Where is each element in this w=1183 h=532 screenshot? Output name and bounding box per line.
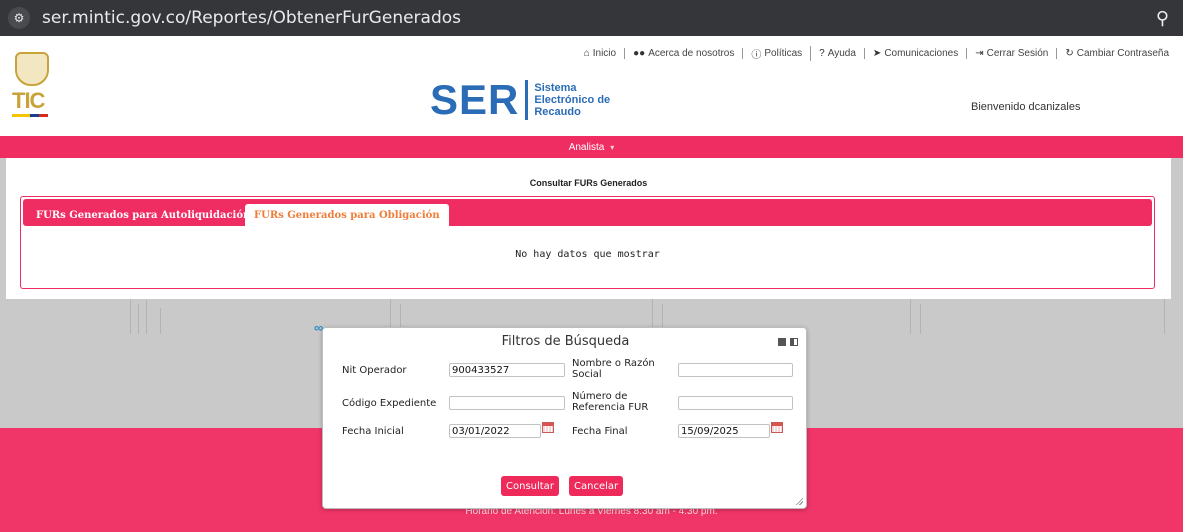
coat-of-arms-icon — [15, 52, 49, 86]
ser-logo[interactable]: SER Sistema Electrónico de Recaudo — [430, 79, 610, 121]
sign-out-icon: ⇥ — [975, 48, 984, 59]
referencia-fur-input[interactable] — [678, 396, 793, 410]
fecha-final-label: Fecha Final — [572, 426, 628, 437]
razon-social-label: Nombre o Razón Social — [572, 358, 655, 380]
logo-text: TIC — [12, 88, 45, 113]
fecha-final-input[interactable] — [678, 424, 770, 438]
nav-ayuda[interactable]: ? Ayuda — [811, 48, 865, 59]
info-icon: ⓘ — [751, 50, 762, 61]
referencia-fur-label: Número de Referencia FUR — [572, 391, 648, 413]
url-text[interactable]: ser.mintic.gov.co/Reportes/ObtenerFurGen… — [42, 8, 461, 28]
nav-cambiar-contrasena[interactable]: ↻ Cambiar Contraseña — [1057, 48, 1177, 59]
zoom-icon[interactable]: ⚲ — [1156, 8, 1169, 29]
label-line: Nombre o Razón — [572, 358, 655, 369]
mintic-logo[interactable]: TIC — [12, 52, 52, 128]
circuit-line — [1164, 298, 1165, 334]
expediente-label: Código Expediente — [342, 398, 437, 409]
circuit-line — [160, 308, 161, 334]
nit-input[interactable] — [449, 363, 565, 377]
label-line: Social — [572, 369, 602, 380]
empty-state-message: No hay datos que mostrar — [515, 249, 660, 260]
nav-label: Acerca de nosotros — [648, 48, 735, 59]
ser-logo-line: Electrónico de — [534, 94, 611, 106]
circuit-line — [146, 300, 147, 334]
tab-strip: FURs Generados para Autoliquidación FURs… — [23, 199, 1152, 226]
tab-autoliquidacion[interactable]: FURs Generados para Autoliquidación — [27, 204, 259, 226]
maximize-icon[interactable] — [790, 338, 798, 346]
ser-logo-main: SER — [430, 76, 520, 123]
expediente-input[interactable] — [449, 396, 565, 410]
role-menu-bar: Analista ▾ — [0, 136, 1183, 158]
chevron-down-icon[interactable]: ▾ — [610, 143, 614, 152]
calendar-icon[interactable] — [542, 422, 554, 433]
nav-label: Políticas — [764, 48, 803, 59]
browser-url-bar: ⚙ ser.mintic.gov.co/Reportes/ObtenerFurG… — [0, 0, 1183, 36]
nav-label: Ayuda — [827, 48, 856, 59]
site-settings-icon[interactable]: ⚙ — [8, 7, 30, 29]
colombia-flag-stripe — [12, 114, 48, 117]
nav-politicas[interactable]: ⓘ Políticas — [743, 46, 812, 61]
nav-label: Cerrar Sesión — [986, 48, 1049, 59]
consultar-button[interactable]: Consultar — [501, 476, 559, 496]
fecha-inicial-input[interactable] — [449, 424, 541, 438]
nav-cerrar-sesion[interactable]: ⇥ Cerrar Sesión — [967, 48, 1058, 59]
nav-label: Comunicaciones — [884, 48, 959, 59]
cancelar-button[interactable]: Cancelar — [569, 476, 624, 496]
ser-logo-divider — [525, 80, 529, 120]
question-icon: ? — [819, 48, 825, 59]
content-panel: Consultar FURs Generados FURs Generados … — [6, 158, 1171, 299]
nav-inicio[interactable]: ⌂ Inicio — [576, 48, 626, 59]
circuit-line — [130, 298, 131, 334]
minimize-icon[interactable] — [778, 338, 786, 346]
nit-label: Nit Operador — [342, 365, 407, 376]
home-icon: ⌂ — [583, 48, 590, 59]
ser-logo-subtitle: Sistema Electrónico de Recaudo — [534, 82, 610, 118]
nav-acerca[interactable]: ●● Acerca de nosotros — [625, 48, 744, 59]
refresh-icon: ↻ — [1065, 48, 1074, 59]
label-line: Referencia FUR — [572, 402, 649, 413]
top-navigation: ⌂ Inicio ●● Acerca de nosotros ⓘ Políticas … — [576, 46, 1177, 61]
users-icon: ●● — [633, 48, 646, 59]
nav-comunicaciones[interactable]: ➤ Comunicaciones — [865, 48, 968, 59]
ser-logo-line: Sistema — [534, 82, 577, 94]
page-title: Consultar FURs Generados — [529, 178, 648, 188]
welcome-text: Bienvenido dcanizales — [971, 101, 1081, 113]
ser-logo-line: Recaudo — [534, 106, 581, 118]
circuit-line — [920, 304, 921, 334]
nav-label: Inicio — [592, 48, 617, 59]
send-icon: ➤ — [872, 48, 882, 59]
label-line: Número de — [572, 391, 628, 402]
menu-analista[interactable]: Analista — [569, 142, 605, 153]
circuit-line — [138, 304, 139, 334]
tab-obligacion[interactable]: FURs Generados para Obligación — [245, 204, 449, 226]
resize-handle-icon[interactable] — [795, 497, 803, 505]
fecha-inicial-label: Fecha Inicial — [342, 426, 404, 437]
circuit-line — [910, 298, 911, 334]
dialog-title: Filtros de Búsqueda — [501, 334, 630, 349]
nav-label: Cambiar Contraseña — [1076, 48, 1169, 59]
tabs-container: FURs Generados para Autoliquidación FURs… — [20, 196, 1155, 289]
razon-social-input[interactable] — [678, 363, 793, 377]
filter-dialog: Filtros de Búsqueda Nit Operador Nombre … — [322, 327, 807, 509]
calendar-icon[interactable] — [771, 422, 783, 433]
site-header: TIC ⌂ Inicio ●● Acerca de nosotros ⓘ Políti… — [0, 36, 1183, 136]
